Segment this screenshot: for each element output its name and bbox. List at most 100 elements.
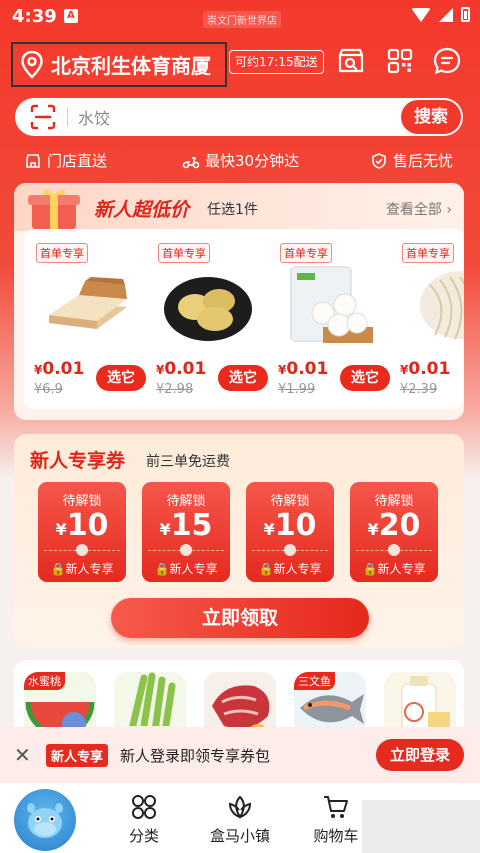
lock-icon: 🔒: [50, 562, 66, 576]
gift-box-icon: [28, 189, 80, 229]
promise-label: 售后无忧: [393, 152, 454, 170]
chevron-right-icon: ›: [446, 202, 452, 218]
select-product-button[interactable]: 选它: [96, 365, 146, 391]
login-banner: ✕ 新人专享 新人登录即领专享券包 立即登录: [0, 727, 480, 783]
product-card[interactable]: 首单专享 ¥0.01 ¥1.99 选它: [268, 229, 390, 409]
category-icon: [132, 795, 156, 819]
coupon-notch: [180, 544, 192, 556]
first-order-tag: 首单专享: [402, 243, 454, 263]
coupon-footer: 🔒新人专享: [362, 562, 426, 576]
new-user-deals-header: 新人超低价 任选1件 查看全部 ›: [14, 183, 464, 231]
coupon-footer: 🔒新人专享: [50, 562, 114, 576]
coupon-status: 待解锁: [374, 494, 414, 509]
promise-store-direct: 门店直送: [24, 150, 107, 171]
coupons-title: 新人专享券: [30, 450, 126, 472]
shield-icon: [372, 152, 386, 169]
message-icon[interactable]: [432, 46, 462, 76]
status-bar: 4:39 A 崇文门新世界店: [0, 0, 480, 34]
status-time: 4:39: [12, 6, 57, 27]
product-card[interactable]: 首单专享 ¥0.01 ¥2.98 选它: [146, 229, 268, 409]
select-product-button[interactable]: 选它: [340, 365, 390, 391]
product-list[interactable]: 首单专享 ¥0.01 ¥6.9 选它 首单专享 ¥0.01 ¥2.98 选它 首…: [24, 229, 464, 409]
cart-icon: [324, 796, 348, 818]
promise-fast-delivery: 最快30分钟达: [182, 150, 299, 171]
battery-icon: [461, 7, 470, 22]
product-price: ¥0.01: [156, 359, 207, 379]
product-original-price: ¥2.98: [156, 382, 194, 397]
coupon-notch: [76, 544, 88, 556]
login-banner-tag: 新人专享: [46, 744, 109, 767]
promise-label: 最快30分钟达: [205, 152, 300, 170]
status-icons: [411, 7, 470, 22]
new-user-coupons-card: 新人专享券 前三单免运费 待解锁 ¥10 🔒新人专享 待解锁 ¥15 🔒新人专享…: [14, 434, 464, 648]
view-all-label: 查看全部: [385, 202, 442, 218]
potatoes-image: [164, 277, 252, 341]
coupon-footer: 🔒新人专享: [154, 562, 218, 576]
product-price: ¥0.01: [400, 359, 451, 379]
scan-icon[interactable]: [29, 103, 57, 131]
login-banner-text: 新人登录即领专享券包: [120, 747, 271, 765]
tab-label: 购物车: [313, 827, 359, 845]
qr-code-icon[interactable]: [385, 46, 415, 76]
service-promises: 门店直送 最快30分钟达 售后无忧: [0, 150, 480, 172]
product-original-price: ¥1.99: [278, 382, 316, 397]
overlay-corner: [362, 800, 480, 853]
lock-icon: 🔒: [362, 562, 378, 576]
promise-after-sales: 售后无忧: [370, 150, 453, 171]
select-product-button[interactable]: 选它: [218, 365, 268, 391]
promise-label: 门店直送: [47, 152, 108, 170]
search-bar[interactable]: 水饺 搜索: [15, 98, 463, 136]
store-location-selector[interactable]: 北京利生体育商厦: [11, 42, 227, 87]
lock-icon: 🔒: [258, 562, 274, 576]
category-tag: 水蜜桃: [24, 672, 65, 690]
claim-coupons-button[interactable]: 立即领取: [111, 598, 369, 638]
product-card[interactable]: 首单专享 ¥0.01 ¥6.9 选它: [24, 229, 146, 409]
product-card[interactable]: 首单专享 ¥0.01 ¥2.39: [390, 229, 464, 409]
first-order-tag: 首单专享: [280, 243, 332, 263]
tab-category[interactable]: 分类: [104, 793, 184, 846]
coupon-footer: 🔒新人专享: [258, 562, 322, 576]
home-mascot-tab[interactable]: [14, 789, 76, 851]
tab-label: 盒马小镇: [209, 827, 270, 845]
store-name: 北京利生体育商厦: [51, 54, 211, 78]
coupon-amount: ¥10: [263, 508, 317, 543]
category-tag: 三文鱼: [294, 672, 335, 690]
hippo-mascot-icon: [27, 803, 63, 838]
coupon-item[interactable]: 待解锁 ¥20 🔒新人专享: [350, 482, 438, 582]
tab-label: 分类: [128, 827, 159, 845]
close-icon[interactable]: ✕: [14, 743, 31, 767]
coupon-amount: ¥10: [55, 508, 109, 543]
product-price: ¥0.01: [278, 359, 329, 379]
coupon-notch: [388, 544, 400, 556]
delivery-time-badge[interactable]: 可约17:15配送: [229, 50, 324, 74]
product-original-price: ¥6.9: [34, 382, 63, 397]
coupon-item[interactable]: 待解锁 ¥10 🔒新人专享: [246, 482, 334, 582]
lotus-icon: [228, 795, 252, 819]
new-user-deals-card: 新人超低价 任选1件 查看全部 › 首单专享 ¥0.01 ¥6.9 选它 首单专…: [14, 183, 464, 420]
signal-icon: [439, 7, 453, 22]
first-order-tag: 首单专享: [36, 243, 88, 263]
bread-slices-image: [49, 277, 127, 329]
product-original-price: ¥2.39: [400, 382, 438, 397]
new-user-deals-title: 新人超低价: [94, 199, 190, 221]
coupon-item[interactable]: 待解锁 ¥10 🔒新人专享: [38, 482, 126, 582]
noodles-image: [420, 271, 464, 340]
product-price: ¥0.01: [34, 359, 85, 379]
lock-icon: 🔒: [154, 562, 170, 576]
coupon-status: 待解锁: [270, 494, 310, 509]
first-order-tag: 首单专享: [158, 243, 210, 263]
tab-hema-town[interactable]: 盒马小镇: [200, 793, 280, 846]
coupon-amount: ¥15: [159, 508, 213, 543]
coupon-notch: [284, 544, 296, 556]
store-search-icon[interactable]: [336, 46, 366, 76]
login-button[interactable]: 立即登录: [376, 739, 464, 771]
store-icon: [26, 153, 40, 168]
coupon-status: 待解锁: [166, 494, 206, 509]
new-user-deals-subtitle: 任选1件: [207, 202, 258, 218]
steamed-buns-image: [290, 266, 373, 343]
view-all-link[interactable]: 查看全部 ›: [386, 199, 452, 219]
coupon-amount: ¥20: [367, 508, 421, 543]
coupon-status: 待解锁: [62, 494, 102, 509]
search-button[interactable]: 搜索: [401, 100, 461, 134]
coupon-item[interactable]: 待解锁 ¥15 🔒新人专享: [142, 482, 230, 582]
